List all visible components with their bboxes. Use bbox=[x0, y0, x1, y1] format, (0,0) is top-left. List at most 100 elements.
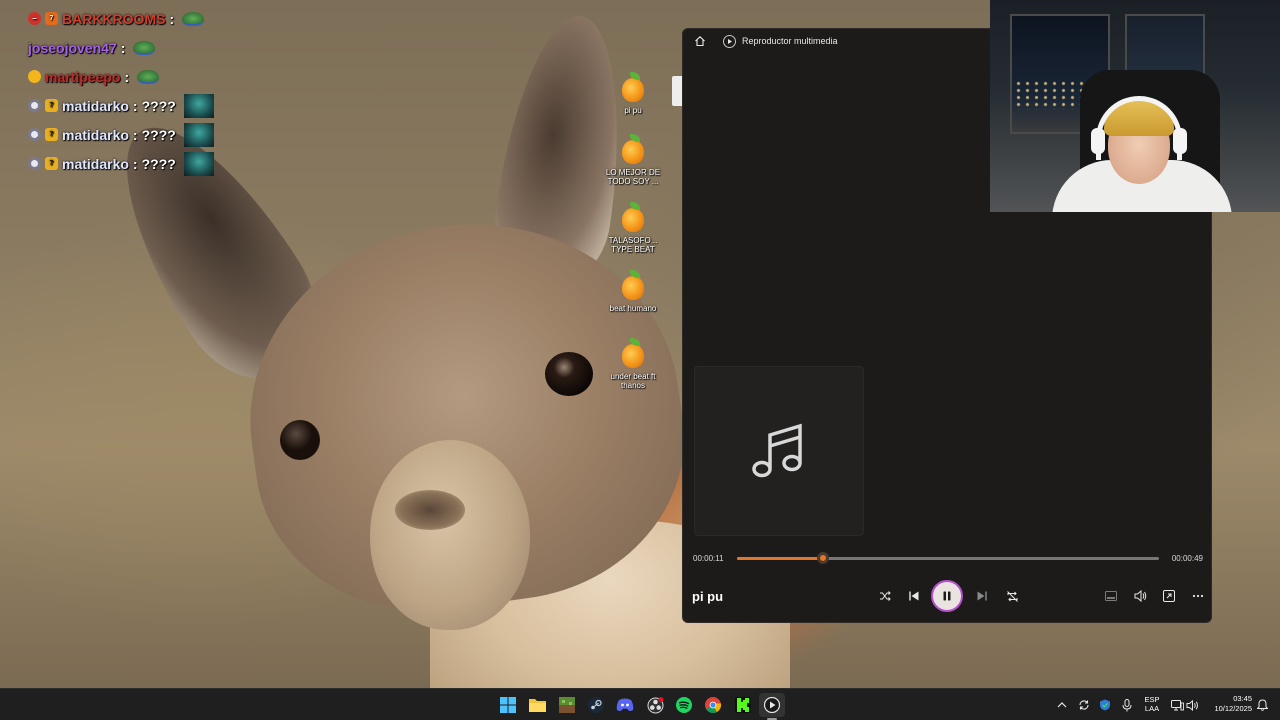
chat-message: joseojoven47: bbox=[28, 33, 288, 62]
tray-microphone[interactable] bbox=[1120, 697, 1134, 713]
kick-icon bbox=[735, 697, 751, 713]
previous-icon bbox=[909, 591, 919, 601]
seventv-badge-icon: 7 bbox=[45, 157, 58, 170]
spotify-icon bbox=[676, 697, 692, 713]
chat-username: matidarko bbox=[62, 97, 129, 114]
obs-icon bbox=[647, 696, 663, 713]
desktop-file[interactable]: beat humano bbox=[606, 270, 660, 332]
desktop-file[interactable]: pi pu bbox=[606, 72, 660, 128]
windows-start-icon bbox=[500, 697, 516, 713]
album-art bbox=[694, 366, 864, 536]
headset-earcup bbox=[1173, 128, 1187, 154]
chat-separator: : bbox=[132, 126, 138, 143]
keyboard-layout-code: LAA bbox=[1144, 704, 1160, 713]
llama-muzzle bbox=[370, 440, 530, 630]
chrome-icon bbox=[705, 697, 721, 713]
shuffle-icon bbox=[880, 591, 891, 601]
volume-button[interactable] bbox=[1129, 585, 1151, 607]
chat-separator: : bbox=[132, 155, 138, 172]
cast-button[interactable] bbox=[1158, 585, 1180, 607]
start-button[interactable] bbox=[495, 693, 521, 717]
volume-icon bbox=[1134, 590, 1146, 602]
miniplayer-button[interactable] bbox=[1100, 585, 1122, 607]
tray-security[interactable] bbox=[1098, 697, 1112, 713]
fl-studio-icon bbox=[618, 338, 648, 370]
desktop-file-label: beat humano bbox=[609, 304, 657, 313]
seek-thumb[interactable] bbox=[817, 551, 830, 564]
desktop-file-label: under beat ft thanos bbox=[610, 372, 656, 390]
taskbar-kick[interactable] bbox=[730, 693, 756, 717]
input-language-indicator[interactable]: ESP LAA bbox=[1142, 695, 1162, 713]
desktop-file[interactable]: under beat ft thanos bbox=[606, 338, 660, 400]
shuffle-button[interactable] bbox=[874, 585, 896, 607]
taskbar: ESP LAA 03:45 10/12/2025 bbox=[0, 688, 1280, 720]
window-title: Reproductor multimedia bbox=[742, 36, 838, 46]
media-player-icon bbox=[764, 697, 780, 713]
desktop-file-label: LO MEJOR DE TODO SOY ... bbox=[605, 168, 661, 186]
desktop-file[interactable]: TALASOFO... TYPE BEAT bbox=[606, 202, 660, 264]
seek-slider[interactable] bbox=[737, 551, 1159, 564]
sync-icon bbox=[1079, 700, 1089, 710]
next-button[interactable] bbox=[971, 585, 993, 607]
llama-right-eye bbox=[545, 352, 593, 396]
time-total: 00:00:49 bbox=[1171, 553, 1203, 563]
taskbar-obs[interactable] bbox=[642, 693, 668, 717]
chat-username: joseojoven47 bbox=[28, 39, 117, 56]
chat-separator: : bbox=[169, 10, 175, 27]
speaker-icon bbox=[1186, 699, 1198, 711]
steam-icon bbox=[588, 697, 604, 713]
tray-volume[interactable] bbox=[1185, 697, 1199, 713]
more-options-button[interactable] bbox=[1187, 585, 1209, 607]
notifications-button[interactable] bbox=[1255, 697, 1269, 713]
microphone-icon bbox=[1122, 698, 1132, 711]
turtle-emote bbox=[133, 40, 156, 55]
taskbar-discord[interactable] bbox=[612, 693, 638, 717]
clock-date: 10/12/2025 bbox=[1214, 704, 1252, 713]
home-icon[interactable] bbox=[693, 34, 707, 48]
clock-time: 03:45 bbox=[1233, 694, 1252, 703]
stream-chat-overlay: – 7 BARKKROOMS: joseojoven47: martipeepo… bbox=[28, 4, 288, 178]
show-hidden-icons-button[interactable] bbox=[1056, 697, 1068, 713]
webcam-overlay bbox=[990, 0, 1280, 212]
taskbar-file-explorer[interactable] bbox=[524, 693, 550, 717]
pause-button[interactable] bbox=[931, 580, 963, 612]
chat-username: matidarko bbox=[62, 126, 129, 143]
taskbar-spotify[interactable] bbox=[671, 693, 697, 717]
network-icon bbox=[1170, 699, 1184, 710]
seventv-badge-icon: 7 bbox=[45, 99, 58, 112]
seek-progress bbox=[737, 556, 824, 560]
tray-network[interactable] bbox=[1170, 697, 1184, 713]
chat-message: 7 matidarko: ???? bbox=[28, 120, 288, 149]
desktop-file-label: TALASOFO... TYPE BEAT bbox=[608, 236, 658, 254]
taskbar-minecraft[interactable] bbox=[554, 693, 580, 717]
desktop-file[interactable]: LO MEJOR DE TODO SOY ... bbox=[606, 134, 660, 196]
yellow-circle-badge-icon bbox=[28, 70, 41, 83]
next-icon bbox=[977, 591, 987, 601]
chat-message: martipeepo: bbox=[28, 62, 288, 91]
taskbar-steam[interactable] bbox=[583, 693, 609, 717]
taskbar-chrome[interactable] bbox=[700, 693, 726, 717]
teal-emote bbox=[183, 93, 214, 118]
subscriber-badge-icon bbox=[28, 128, 41, 141]
chat-username: matidarko bbox=[62, 155, 129, 172]
more-icon bbox=[1192, 594, 1204, 598]
repeat-button[interactable] bbox=[1001, 585, 1023, 607]
desktop-file-label: pi pu bbox=[624, 106, 642, 115]
tray-sync[interactable] bbox=[1077, 697, 1091, 713]
seek-bar-row: 00:00:11 00:00:49 bbox=[693, 551, 1203, 565]
chat-message: 7 matidarko: ???? bbox=[28, 91, 288, 120]
previous-button[interactable] bbox=[903, 585, 925, 607]
notification-bell-icon bbox=[1256, 699, 1268, 711]
defender-icon bbox=[1100, 699, 1110, 711]
headset-earcup bbox=[1091, 128, 1105, 154]
system-clock[interactable]: 03:45 10/12/2025 bbox=[1206, 694, 1252, 714]
minecraft-icon bbox=[559, 697, 575, 713]
chat-text: ???? bbox=[141, 126, 176, 143]
cast-icon bbox=[1163, 590, 1175, 602]
chat-message: 7 matidarko: ???? bbox=[28, 149, 288, 178]
chat-username: martipeepo bbox=[45, 68, 121, 85]
taskbar-media-player[interactable] bbox=[759, 693, 785, 717]
file-explorer-icon bbox=[528, 699, 546, 712]
subscriber-badge-icon bbox=[28, 99, 41, 112]
chat-text: ???? bbox=[141, 155, 176, 172]
